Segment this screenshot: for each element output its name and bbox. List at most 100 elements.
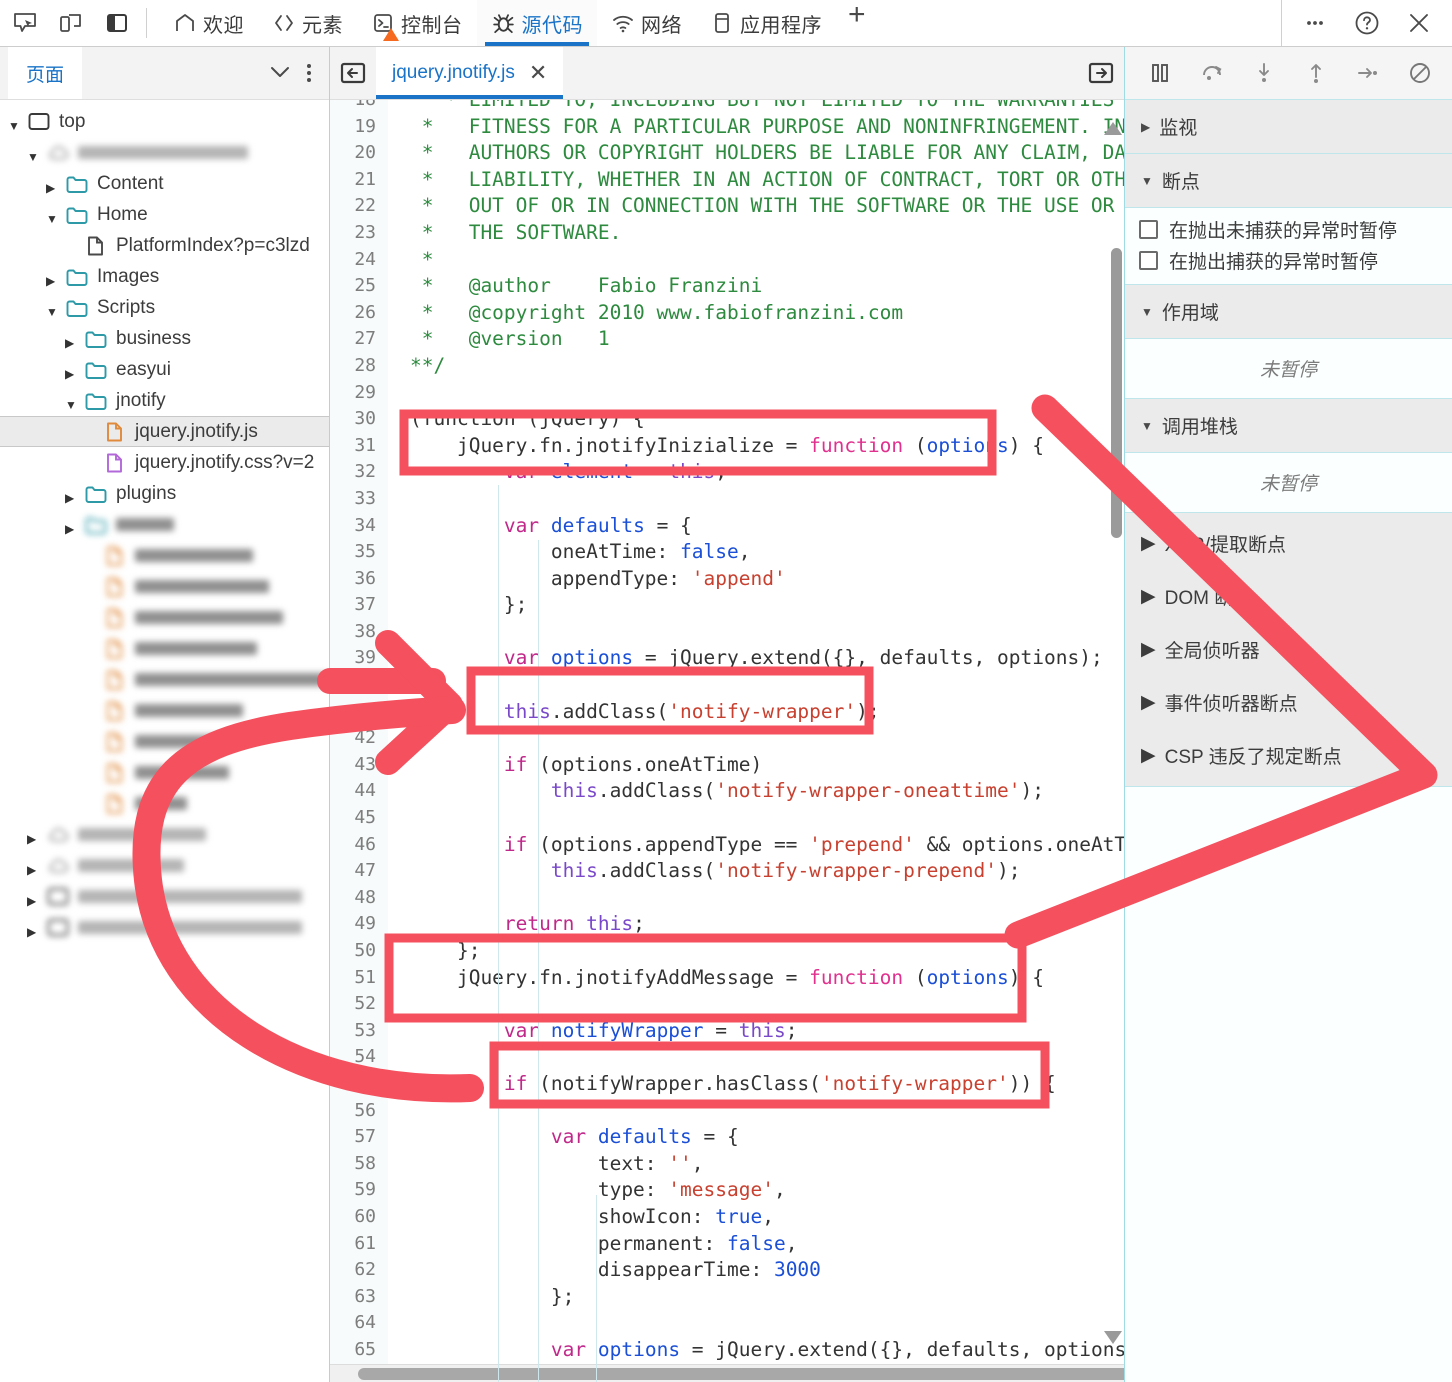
horizontal-scrollbar-thumb[interactable]: [358, 1368, 1124, 1380]
line-number[interactable]: 21: [330, 167, 388, 194]
breakpoint-group-event-listeners[interactable]: ▶ 事件侦听器断点: [1125, 676, 1452, 729]
line-content[interactable]: showIcon: true,: [388, 1204, 774, 1231]
tab-application[interactable]: 应用程序: [696, 0, 836, 46]
line-content[interactable]: type: 'message',: [388, 1177, 786, 1204]
line-content[interactable]: [388, 805, 410, 832]
dock-side-icon[interactable]: [102, 8, 132, 38]
tree-row[interactable]: [0, 912, 329, 943]
horizontal-scrollbar[interactable]: [330, 1364, 1124, 1382]
step-into-icon[interactable]: [1251, 60, 1277, 86]
line-number[interactable]: 56: [330, 1098, 388, 1125]
line-content[interactable]: var element = this;: [388, 459, 727, 486]
line-number[interactable]: 62: [330, 1257, 388, 1284]
line-content[interactable]: appendType: 'append': [388, 566, 786, 593]
line-number[interactable]: 49: [330, 911, 388, 938]
tree-row[interactable]: [0, 664, 329, 695]
line-number[interactable]: 36: [330, 566, 388, 593]
tree-row[interactable]: jquery.jnotify.css?v=2: [0, 447, 329, 478]
vertical-scrollbar[interactable]: [1111, 248, 1122, 538]
line-number[interactable]: 51: [330, 965, 388, 992]
line-content[interactable]: disappearTime: 3000: [388, 1257, 821, 1284]
line-content[interactable]: (function (jQuery) {: [388, 406, 645, 433]
line-number[interactable]: 65: [330, 1337, 388, 1364]
line-content[interactable]: };: [388, 938, 481, 965]
line-content[interactable]: if (options.oneAtTime): [388, 752, 762, 779]
line-content[interactable]: [388, 885, 410, 912]
line-content[interactable]: this.addClass('notify-wrapper');: [388, 699, 880, 726]
tree-row[interactable]: [0, 602, 329, 633]
twisty-expanded-icon[interactable]: [27, 145, 43, 161]
line-number[interactable]: 24: [330, 247, 388, 274]
twisty-collapsed-icon[interactable]: [27, 920, 43, 936]
line-content[interactable]: [388, 991, 410, 1018]
tree-row[interactable]: top: [0, 106, 329, 137]
line-number[interactable]: 19: [330, 114, 388, 141]
line-number[interactable]: 50: [330, 938, 388, 965]
debugger-section-scope[interactable]: ▼ 作用域: [1125, 285, 1452, 339]
checkbox-pause-uncaught-exceptions[interactable]: 在抛出未捕获的异常时暂停: [1125, 214, 1452, 245]
line-number[interactable]: 64: [330, 1310, 388, 1337]
file-tree[interactable]: top Content Home PlatformIndex?p=c3lzd Image…: [0, 100, 329, 1382]
tree-row[interactable]: [0, 850, 329, 881]
line-number[interactable]: 44: [330, 778, 388, 805]
tree-row[interactable]: [0, 757, 329, 788]
line-number[interactable]: 28: [330, 353, 388, 380]
line-content[interactable]: this.addClass('notify-wrapper-prepend');: [388, 858, 1021, 885]
line-number[interactable]: 38: [330, 619, 388, 646]
tab-console[interactable]: 控制台: [357, 0, 477, 46]
line-content[interactable]: if (notifyWrapper.hasClass('notify-wrapp…: [388, 1071, 1056, 1098]
twisty-expanded-icon[interactable]: [8, 114, 24, 130]
tree-row[interactable]: business: [0, 323, 329, 354]
more-options-icon[interactable]: [1300, 8, 1330, 38]
close-icon[interactable]: ✕: [529, 62, 547, 84]
line-content[interactable]: * @copyright 2010 www.fabiofranzini.com: [388, 300, 903, 327]
line-content[interactable]: };: [388, 592, 528, 619]
tree-row[interactable]: [0, 137, 329, 168]
line-number[interactable]: 26: [330, 300, 388, 327]
line-content[interactable]: text: '',: [388, 1151, 704, 1178]
tree-row[interactable]: [0, 571, 329, 602]
twisty-collapsed-icon[interactable]: [65, 362, 81, 378]
tree-row[interactable]: Scripts: [0, 292, 329, 323]
help-icon[interactable]: [1352, 8, 1382, 38]
line-number[interactable]: 20: [330, 140, 388, 167]
twisty-expanded-icon[interactable]: [46, 300, 62, 316]
tree-row[interactable]: PlatformIndex?p=c3lzd: [0, 230, 329, 261]
tab-sources[interactable]: 源代码: [476, 0, 597, 46]
tree-row[interactable]: [0, 726, 329, 757]
line-number[interactable]: 37: [330, 592, 388, 619]
line-number[interactable]: 55: [330, 1071, 388, 1098]
tree-row[interactable]: [0, 695, 329, 726]
pause-resume-icon[interactable]: [1147, 60, 1173, 86]
line-content[interactable]: * FITNESS FOR A PARTICULAR PURPOSE AND N…: [388, 114, 1124, 141]
add-panel-button[interactable]: +: [836, 0, 878, 46]
line-content[interactable]: [388, 486, 410, 513]
tree-row[interactable]: plugins: [0, 478, 329, 509]
more-vertical-icon[interactable]: [301, 64, 329, 82]
line-number[interactable]: 29: [330, 380, 388, 407]
line-content[interactable]: return this;: [388, 911, 645, 938]
twisty-collapsed-icon[interactable]: [65, 517, 81, 533]
breakpoint-group-csp-violation[interactable]: ▶ CSP 违反了规定断点: [1125, 729, 1452, 782]
line-number[interactable]: 18: [330, 100, 388, 114]
line-number[interactable]: 30: [330, 406, 388, 433]
line-number[interactable]: 61: [330, 1231, 388, 1258]
twisty-collapsed-icon[interactable]: [46, 176, 62, 192]
line-content[interactable]: var options = jQuery.extend({}, defaults…: [388, 645, 1103, 672]
line-content[interactable]: * LIABILITY, WHETHER IN AN ACTION OF CON…: [388, 167, 1124, 194]
line-content[interactable]: };: [388, 1284, 575, 1311]
tree-row[interactable]: Images: [0, 261, 329, 292]
line-number[interactable]: 54: [330, 1044, 388, 1071]
line-content[interactable]: * AUTHORS OR COPYRIGHT HOLDERS BE LIABLE…: [388, 140, 1124, 167]
checkbox-pause-caught-exceptions[interactable]: 在抛出捕获的异常时暂停: [1125, 245, 1452, 276]
line-number[interactable]: 46: [330, 832, 388, 859]
arrow-left-box-icon[interactable]: [336, 56, 370, 90]
step-out-icon[interactable]: [1303, 60, 1329, 86]
navigator-tab-page[interactable]: 页面: [8, 47, 83, 99]
line-content[interactable]: [388, 619, 410, 646]
line-number[interactable]: 35: [330, 539, 388, 566]
line-content[interactable]: * @version 1: [388, 326, 610, 353]
line-content[interactable]: permanent: false,: [388, 1231, 798, 1258]
line-content[interactable]: oneAtTime: false,: [388, 539, 751, 566]
twisty-expanded-icon[interactable]: [46, 207, 62, 223]
